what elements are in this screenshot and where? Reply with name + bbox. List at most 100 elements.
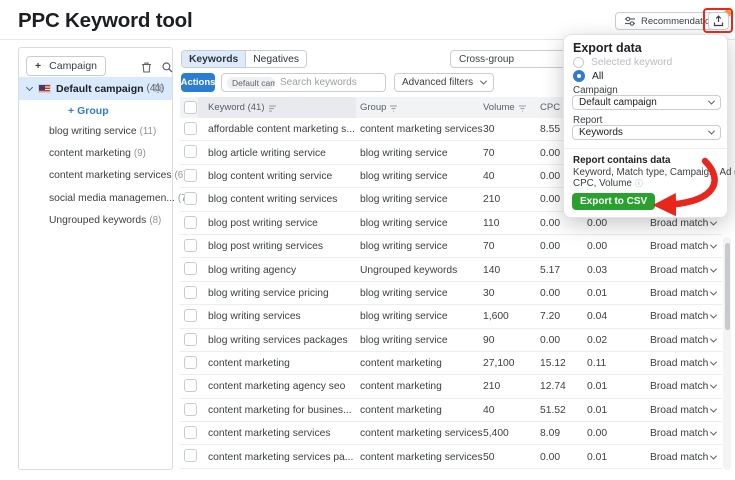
sidebar-group-item[interactable]: blog writing service(11) — [49, 126, 156, 137]
keyword-cell[interactable]: content marketing for busines... — [208, 399, 352, 422]
volume-cell: 140 — [483, 258, 500, 281]
table-row: content marketing agency seo content mar… — [180, 375, 722, 398]
sidebar-group-item[interactable]: social media managemen...(7) — [49, 193, 190, 204]
keyword-cell[interactable]: affordable content marketing s... — [208, 118, 355, 141]
volume-cell: 40 — [483, 165, 494, 188]
row-checkbox[interactable] — [184, 449, 197, 462]
add-campaign-button[interactable]: + Campaign — [26, 56, 106, 76]
match-type-dropdown[interactable]: Broad match — [650, 282, 716, 305]
tab-negatives[interactable]: Negatives — [245, 51, 306, 67]
keyword-cell[interactable]: blog content writing service — [208, 165, 332, 188]
competition-cell: 0.03 — [587, 258, 607, 281]
group-cell: blog writing service — [360, 188, 448, 211]
table-row: blog writing services blog writing servi… — [180, 305, 722, 328]
match-type-dropdown[interactable]: Broad match — [650, 375, 716, 398]
cpc-cell: 51.52 — [540, 399, 566, 422]
match-type-dropdown[interactable]: Broad match — [650, 329, 716, 352]
tab-keywords[interactable]: Keywords — [182, 51, 245, 67]
trash-icon[interactable] — [140, 61, 153, 74]
group-cell: content marketing services — [360, 422, 482, 445]
table-row: content marketing content marketing 27,1… — [180, 352, 722, 375]
export-upload-icon — [713, 15, 724, 27]
row-checkbox[interactable] — [184, 216, 197, 229]
row-checkbox[interactable] — [184, 426, 197, 439]
chevron-down-icon — [710, 335, 717, 342]
match-type-dropdown[interactable]: Broad match — [650, 399, 716, 422]
keyword-cell[interactable]: blog writing services packages — [208, 329, 348, 352]
campaign-filter-chip[interactable]: Default campa — [227, 77, 275, 89]
row-checkbox[interactable] — [184, 192, 197, 205]
gear-icon[interactable] — [152, 82, 164, 94]
row-checkbox[interactable] — [184, 403, 197, 416]
row-checkbox[interactable] — [184, 286, 197, 299]
keyword-cell[interactable]: content marketing services — [208, 422, 330, 445]
group-cell: content marketing — [360, 352, 442, 375]
match-type-dropdown[interactable]: Broad match — [650, 235, 716, 258]
actions-button[interactable]: Actions — [181, 73, 215, 92]
competition-cell: 0.01 — [587, 282, 607, 305]
row-checkbox[interactable] — [184, 333, 197, 346]
group-cell: content marketing services — [360, 445, 482, 468]
sidebar-item-default-campaign[interactable]: Default campaign (41) — [19, 77, 172, 100]
cpc-cell: 0.00 — [540, 212, 560, 235]
cpc-cell: 15.12 — [540, 352, 566, 375]
volume-cell: 70 — [483, 235, 494, 258]
scrollbar-thumb[interactable] — [725, 243, 730, 330]
radio-selected-keyword[interactable]: Selected keyword — [573, 57, 672, 68]
keyword-cell[interactable]: blog content writing services — [208, 188, 337, 211]
row-checkbox[interactable] — [184, 122, 197, 135]
page-title: PPC Keyword tool — [18, 9, 192, 33]
row-checkbox[interactable] — [184, 262, 197, 275]
select-all-checkbox[interactable] — [184, 101, 197, 114]
sidebar-group-item[interactable]: Ungrouped keywords(8) — [49, 215, 161, 226]
sidebar-group-item[interactable]: content marketing(9) — [49, 148, 146, 159]
column-header-volume[interactable]: Volume — [483, 97, 527, 118]
campaign-select[interactable]: Default campaign — [572, 95, 721, 110]
keyword-cell[interactable]: blog writing service pricing — [208, 282, 329, 305]
group-cell: blog writing service — [360, 282, 448, 305]
keyword-cell[interactable]: content marketing — [208, 352, 290, 375]
cross-group-button[interactable]: Cross-group — [450, 50, 568, 68]
group-cell: blog writing service — [360, 165, 448, 188]
row-checkbox[interactable] — [184, 379, 197, 392]
cpc-cell: 0.00 — [540, 235, 560, 258]
row-checkbox[interactable] — [184, 169, 197, 182]
report-select[interactable]: Keywords — [572, 125, 721, 140]
table-row: content marketing services content marke… — [180, 422, 722, 445]
add-group-button[interactable]: +Group — [68, 105, 109, 117]
advanced-filters-button[interactable]: Advanced filters — [394, 73, 494, 92]
volume-cell: 110 — [483, 212, 499, 235]
group-cell: blog writing service — [360, 305, 448, 328]
search-icon[interactable] — [161, 61, 174, 74]
keyword-cell[interactable]: blog article writing service — [208, 141, 326, 164]
column-header-group[interactable]: Group — [360, 97, 398, 118]
match-type-dropdown[interactable]: Broad match — [650, 422, 716, 445]
row-checkbox[interactable] — [184, 145, 197, 158]
cpc-cell: 0.00 — [540, 165, 560, 188]
chevron-down-icon — [710, 452, 717, 459]
radio-all[interactable]: All — [573, 70, 603, 82]
row-checkbox[interactable] — [184, 239, 197, 252]
keyword-cell[interactable]: blog writing services — [208, 305, 301, 328]
keyword-cell[interactable]: blog post writing service — [208, 212, 318, 235]
match-type-dropdown[interactable]: Broad match — [650, 305, 716, 328]
cpc-cell: 5.17 — [540, 258, 560, 281]
export-button[interactable] — [708, 12, 729, 30]
competition-cell: 0.00 — [587, 235, 607, 258]
cross-group-label: Cross-group — [459, 54, 514, 65]
export-to-csv-button[interactable]: Export to CSV — [572, 193, 655, 210]
row-checkbox[interactable] — [184, 309, 197, 322]
keyword-cell[interactable]: content marketing services pa... — [208, 445, 353, 468]
keyword-cell[interactable]: blog writing agency — [208, 258, 296, 281]
match-type-dropdown[interactable]: Broad match — [650, 258, 716, 281]
search-input[interactable]: Default campa Search keywords — [221, 73, 386, 92]
row-checkbox[interactable] — [184, 356, 197, 369]
table-row: content marketing services pa... content… — [180, 445, 722, 468]
keyword-cell[interactable]: blog post writing services — [208, 235, 323, 258]
match-type-dropdown[interactable]: Broad match — [650, 445, 716, 468]
column-header-cpc[interactable]: CPC ( — [540, 97, 566, 118]
keyword-cell[interactable]: content marketing agency seo — [208, 375, 345, 398]
sidebar-group-item[interactable]: content marketing services(6) — [49, 170, 186, 181]
column-header-keyword[interactable]: Keyword (41) — [208, 97, 277, 118]
match-type-dropdown[interactable]: Broad match — [650, 352, 716, 375]
